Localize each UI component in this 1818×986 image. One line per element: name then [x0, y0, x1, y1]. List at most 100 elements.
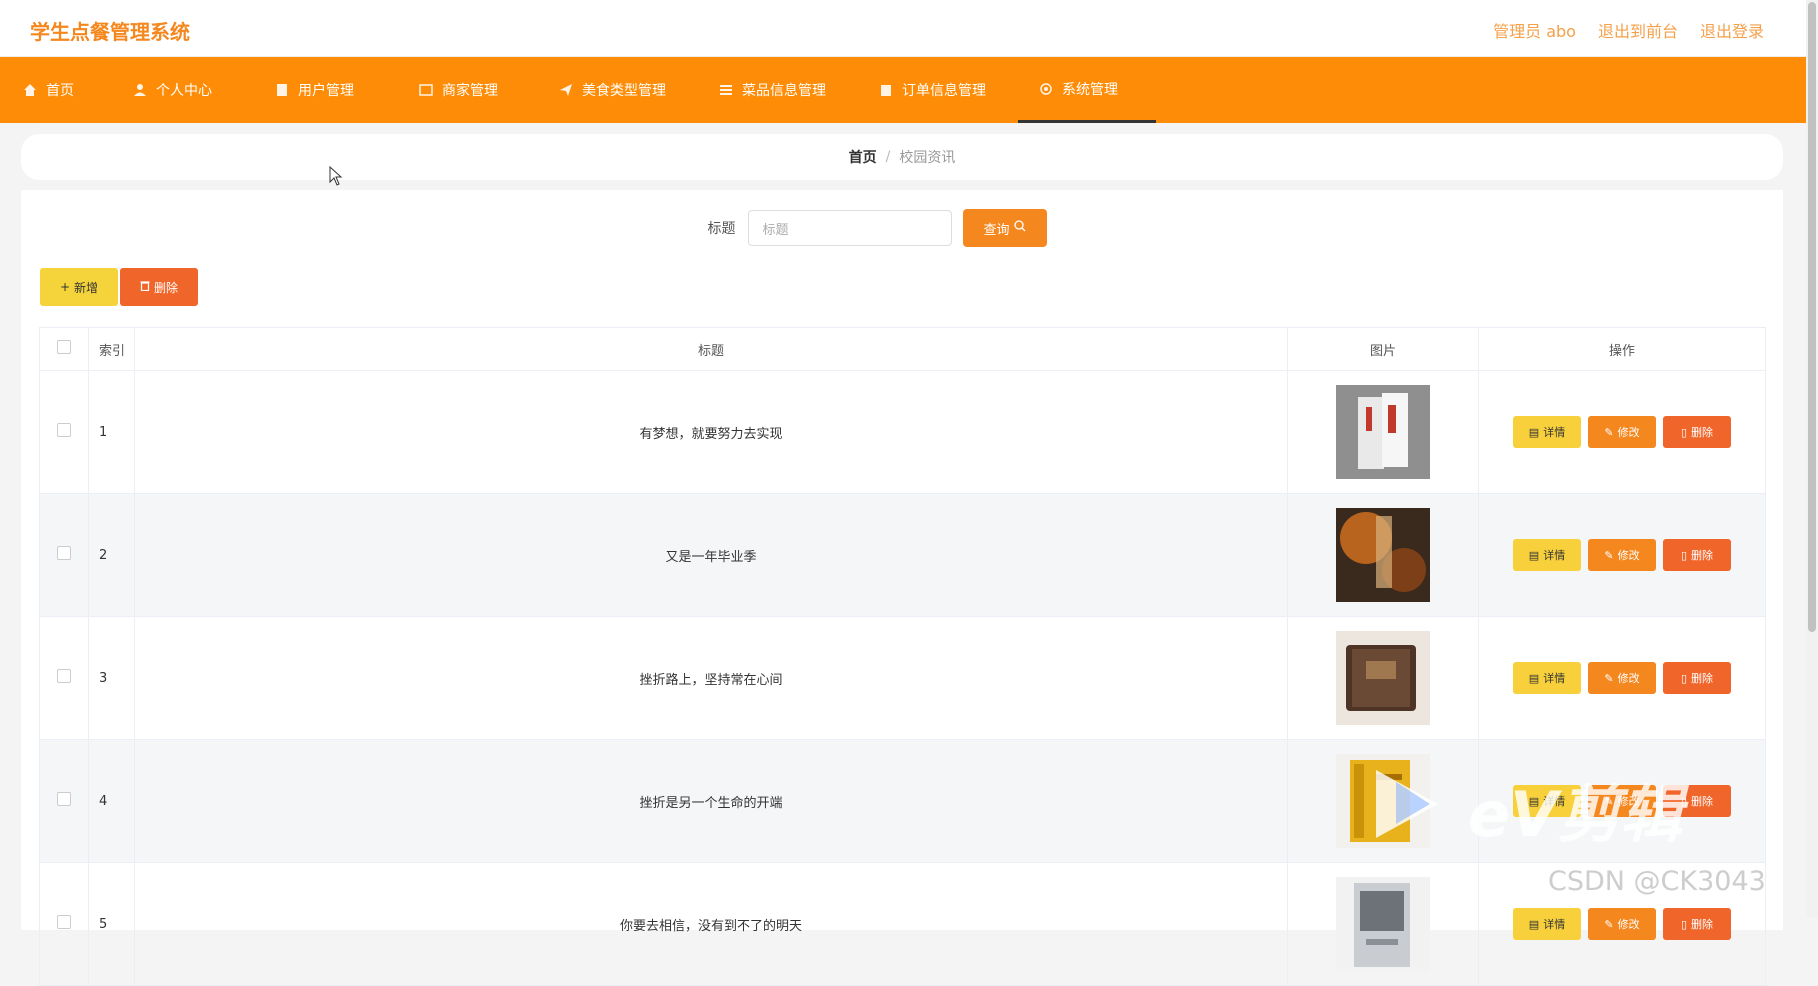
delete-button[interactable]: ▯ 删除	[1663, 416, 1731, 448]
edit-icon: ✎	[1604, 671, 1614, 685]
detail-button[interactable]: ▤ 详情	[1513, 662, 1581, 694]
row-checkbox[interactable]	[57, 546, 71, 560]
edit-label: 修改	[1617, 672, 1640, 685]
delete-label: 删除	[1691, 426, 1714, 439]
edit-button[interactable]: ✎ 修改	[1588, 416, 1656, 448]
row-title: 有梦想，就要努力去实现	[134, 370, 1288, 494]
row-index: 4	[88, 739, 135, 863]
nav-label: 个人中心	[156, 83, 212, 99]
main-nav: 首页 个人中心 用户管理 商家管理 美食类型管理 菜品信息管理 订单信息管理 系…	[0, 57, 1806, 123]
row-image-cell	[1287, 370, 1479, 494]
delete-label: 删除	[1691, 549, 1714, 562]
edit-button[interactable]: ✎ 修改	[1588, 539, 1656, 571]
detail-icon: ▤	[1528, 548, 1540, 562]
trash-icon: ▯	[1680, 548, 1688, 562]
row-select-cell	[39, 739, 89, 863]
watermark-text: eV剪辑	[1468, 778, 1683, 851]
edit-button[interactable]: ✎ 修改	[1588, 662, 1656, 694]
front-page-link[interactable]: 退出到前台	[1598, 18, 1678, 42]
mouse-cursor-icon	[329, 166, 343, 186]
nav-item-system[interactable]: 系统管理	[1018, 57, 1156, 123]
csdn-watermark: CSDN @CK3043	[1548, 866, 1766, 897]
row-select-cell	[39, 370, 89, 494]
list-icon	[718, 82, 734, 98]
nav-label: 用户管理	[298, 83, 354, 99]
book-cover-image[interactable]	[1336, 877, 1430, 971]
trash-icon	[140, 280, 150, 294]
plus-icon: +	[59, 280, 71, 294]
add-button[interactable]: + 新增	[40, 268, 118, 306]
edit-icon: ✎	[1604, 917, 1614, 931]
page-scrollbar[interactable]	[1806, 0, 1818, 918]
nav-item-orders[interactable]: 订单信息管理	[856, 57, 1008, 123]
scrollbar-thumb[interactable]	[1808, 2, 1816, 632]
nav-item-dishes[interactable]: 菜品信息管理	[696, 57, 848, 123]
nav-item-food-types[interactable]: 美食类型管理	[536, 57, 688, 123]
detail-label: 详情	[1543, 549, 1566, 562]
table-row: 2 又是一年毕业季 ▤ 详情 ✎ 修改 ▯ 删除	[39, 493, 1766, 617]
nav-label: 首页	[46, 83, 74, 99]
row-select-cell	[39, 862, 89, 986]
detail-label: 详情	[1543, 672, 1566, 685]
edit-icon: ✎	[1604, 425, 1614, 439]
header-title: 标题	[134, 327, 1288, 371]
book-cover-image[interactable]	[1336, 508, 1430, 602]
edit-button[interactable]: ✎ 修改	[1588, 908, 1656, 940]
row-title: 挫折是另一个生命的开端	[134, 739, 1288, 863]
book-cover-image[interactable]	[1336, 385, 1430, 479]
row-actions: ▤ 详情 ✎ 修改 ▯ 删除	[1478, 616, 1766, 740]
add-button-label: 新增	[74, 280, 99, 295]
logout-link[interactable]: 退出登录	[1700, 18, 1764, 42]
row-select-cell	[39, 493, 89, 617]
trash-icon: ▯	[1680, 917, 1688, 931]
header-index: 索引	[88, 327, 135, 371]
search-icon	[1013, 220, 1026, 236]
detail-icon: ▤	[1528, 671, 1540, 685]
nav-item-merchants[interactable]: 商家管理	[396, 57, 520, 123]
admin-user-link[interactable]: 管理员 abo	[1493, 18, 1576, 42]
delete-label: 删除	[1691, 918, 1714, 931]
news-table: 索引 标题 图片 操作 1 有梦想，就要努力去实现 ▤详情 ✎修改 ▯删除	[39, 327, 1766, 986]
edit-label: 修改	[1617, 918, 1640, 931]
select-all-checkbox[interactable]	[57, 340, 71, 354]
row-index: 5	[88, 862, 135, 986]
row-checkbox[interactable]	[57, 423, 71, 437]
header-links: 管理员 abo 退出到前台 退出登录	[1493, 18, 1764, 42]
table-row: 3 挫折路上，坚持常在心间 ▤ 详情 ✎ 修改 ▯ 删除	[39, 616, 1766, 740]
search-label: 标题	[707, 221, 736, 237]
book-cover-image[interactable]	[1336, 631, 1430, 725]
top-header: 学生点餐管理系统 管理员 abo 退出到前台 退出登录	[0, 0, 1806, 57]
row-image-cell	[1287, 493, 1479, 617]
detail-button[interactable]: ▤ 详情	[1513, 539, 1581, 571]
detail-button[interactable]: ▤ 详情	[1513, 908, 1581, 940]
trash-icon: ▯	[1680, 671, 1688, 685]
edit-label: 修改	[1617, 549, 1640, 562]
doc-icon	[274, 82, 290, 98]
clipboard-icon	[878, 82, 894, 98]
row-checkbox[interactable]	[57, 792, 71, 806]
search-input[interactable]: 标题	[747, 210, 952, 246]
nav-label: 菜品信息管理	[742, 83, 826, 99]
detail-button[interactable]: ▤ 详情	[1513, 416, 1581, 448]
row-image-cell	[1287, 616, 1479, 740]
row-checkbox[interactable]	[57, 915, 71, 929]
nav-item-home[interactable]: 首页	[0, 57, 96, 123]
delete-button[interactable]: ▯ 删除	[1663, 662, 1731, 694]
user-icon	[132, 82, 148, 98]
detail-icon: ▤	[1528, 425, 1540, 439]
breadcrumb-current: 校园资讯	[899, 150, 956, 166]
breadcrumb-home[interactable]: 首页	[849, 147, 877, 167]
select-all-cell	[39, 327, 89, 371]
trash-icon: ▯	[1680, 425, 1688, 439]
detail-icon: ▤	[1528, 917, 1540, 931]
row-index: 3	[88, 616, 135, 740]
delete-button[interactable]: ▯ 删除	[1663, 908, 1731, 940]
batch-delete-button[interactable]: 删除	[120, 268, 198, 306]
nav-item-profile[interactable]: 个人中心	[110, 57, 234, 123]
delete-button[interactable]: ▯ 删除	[1663, 539, 1731, 571]
nav-item-users[interactable]: 用户管理	[252, 57, 376, 123]
nav-label: 系统管理	[1062, 81, 1118, 98]
row-checkbox[interactable]	[57, 669, 71, 683]
search-button[interactable]: 查询	[962, 209, 1047, 247]
breadcrumb-separator: /	[885, 149, 891, 165]
